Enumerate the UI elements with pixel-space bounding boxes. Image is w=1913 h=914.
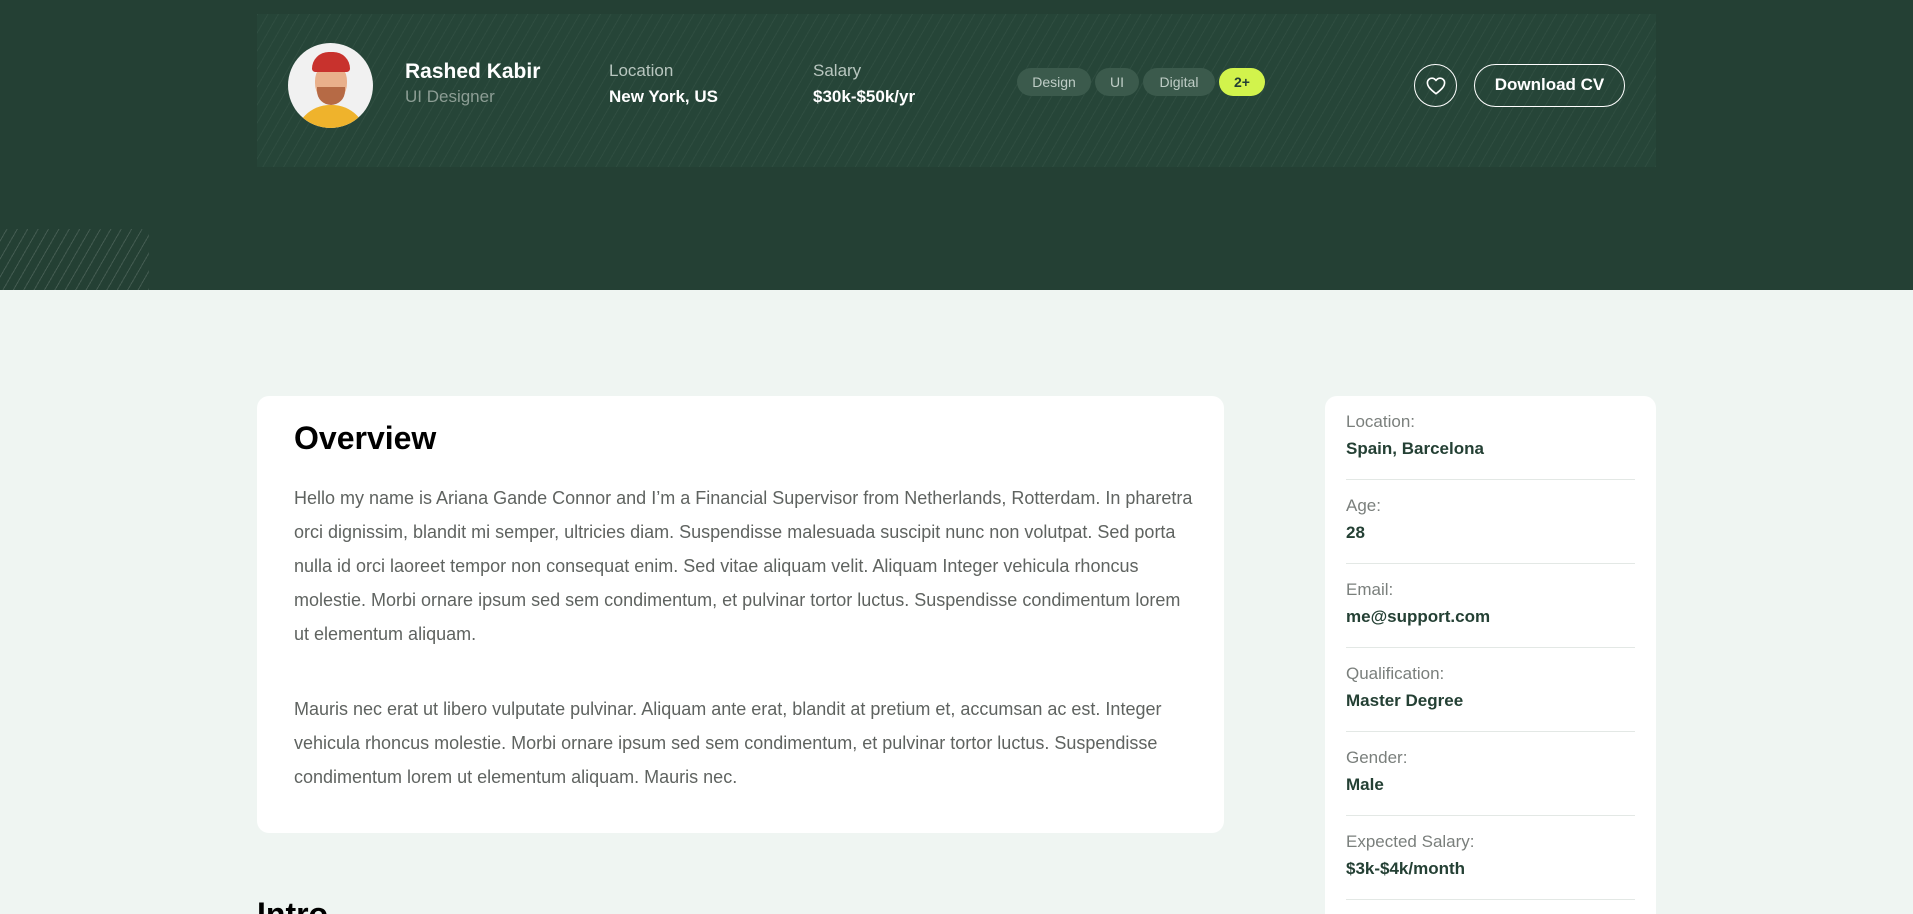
profile-hero: Rashed Kabir UI Designer Location New Yo… — [0, 0, 1913, 290]
salary-label: Salary — [813, 61, 862, 80]
detail-value: Male — [1346, 775, 1384, 794]
hero-stripe-decoration — [0, 229, 149, 290]
location-label: Location — [609, 61, 674, 80]
salary-value: $30k-$50k/yr — [813, 87, 916, 106]
detail-label: Email: — [1346, 580, 1394, 599]
tag-ui[interactable]: UI — [1095, 68, 1139, 96]
detail-label: Location: — [1346, 412, 1415, 431]
overview-title: Overview — [294, 420, 437, 456]
detail-label: Qualification: — [1346, 664, 1445, 683]
overview-paragraph-2: Mauris nec erat ut libero vulputate pulv… — [294, 699, 1162, 787]
detail-age: Age: 28 — [1346, 480, 1635, 564]
tag-digital[interactable]: Digital — [1143, 68, 1215, 96]
candidate-role: UI Designer — [405, 87, 495, 106]
intro-heading: Intro — [257, 896, 329, 914]
detail-qualification: Qualification: Master Degree — [1346, 648, 1635, 732]
overview-card: Overview Hello my name is Ariana Gande C… — [257, 396, 1224, 833]
detail-location: Location: Spain, Barcelona — [1346, 396, 1635, 480]
avatar — [288, 43, 373, 128]
detail-gender: Gender: Male — [1346, 732, 1635, 816]
detail-value: Spain, Barcelona — [1346, 439, 1484, 458]
download-cv-button[interactable]: Download CV — [1474, 64, 1625, 107]
detail-expected-salary: Expected Salary: $3k-$4k/month — [1346, 816, 1635, 900]
candidate-name: Rashed Kabir — [405, 60, 541, 83]
favorite-button[interactable] — [1414, 64, 1457, 107]
detail-value: Master Degree — [1346, 691, 1464, 710]
candidate-details-card: Location: Spain, Barcelona Age: 28 Email… — [1325, 396, 1656, 914]
tags-more-badge[interactable]: 2+ — [1219, 68, 1265, 96]
heart-icon — [1426, 76, 1445, 95]
detail-email: Email: me@support.com — [1346, 564, 1635, 648]
tag-design[interactable]: Design — [1017, 68, 1091, 96]
overview-paragraph-1: Hello my name is Ariana Gande Connor and… — [294, 488, 1193, 644]
detail-value: 28 — [1346, 523, 1365, 542]
location-value: New York, US — [609, 87, 718, 106]
detail-label: Gender: — [1346, 748, 1408, 767]
detail-label: Age: — [1346, 496, 1381, 515]
detail-value: me@support.com — [1346, 607, 1491, 626]
detail-label: Expected Salary: — [1346, 832, 1475, 851]
profile-summary-bar: Rashed Kabir UI Designer Location New Yo… — [257, 14, 1656, 167]
detail-value: $3k-$4k/month — [1346, 859, 1466, 878]
